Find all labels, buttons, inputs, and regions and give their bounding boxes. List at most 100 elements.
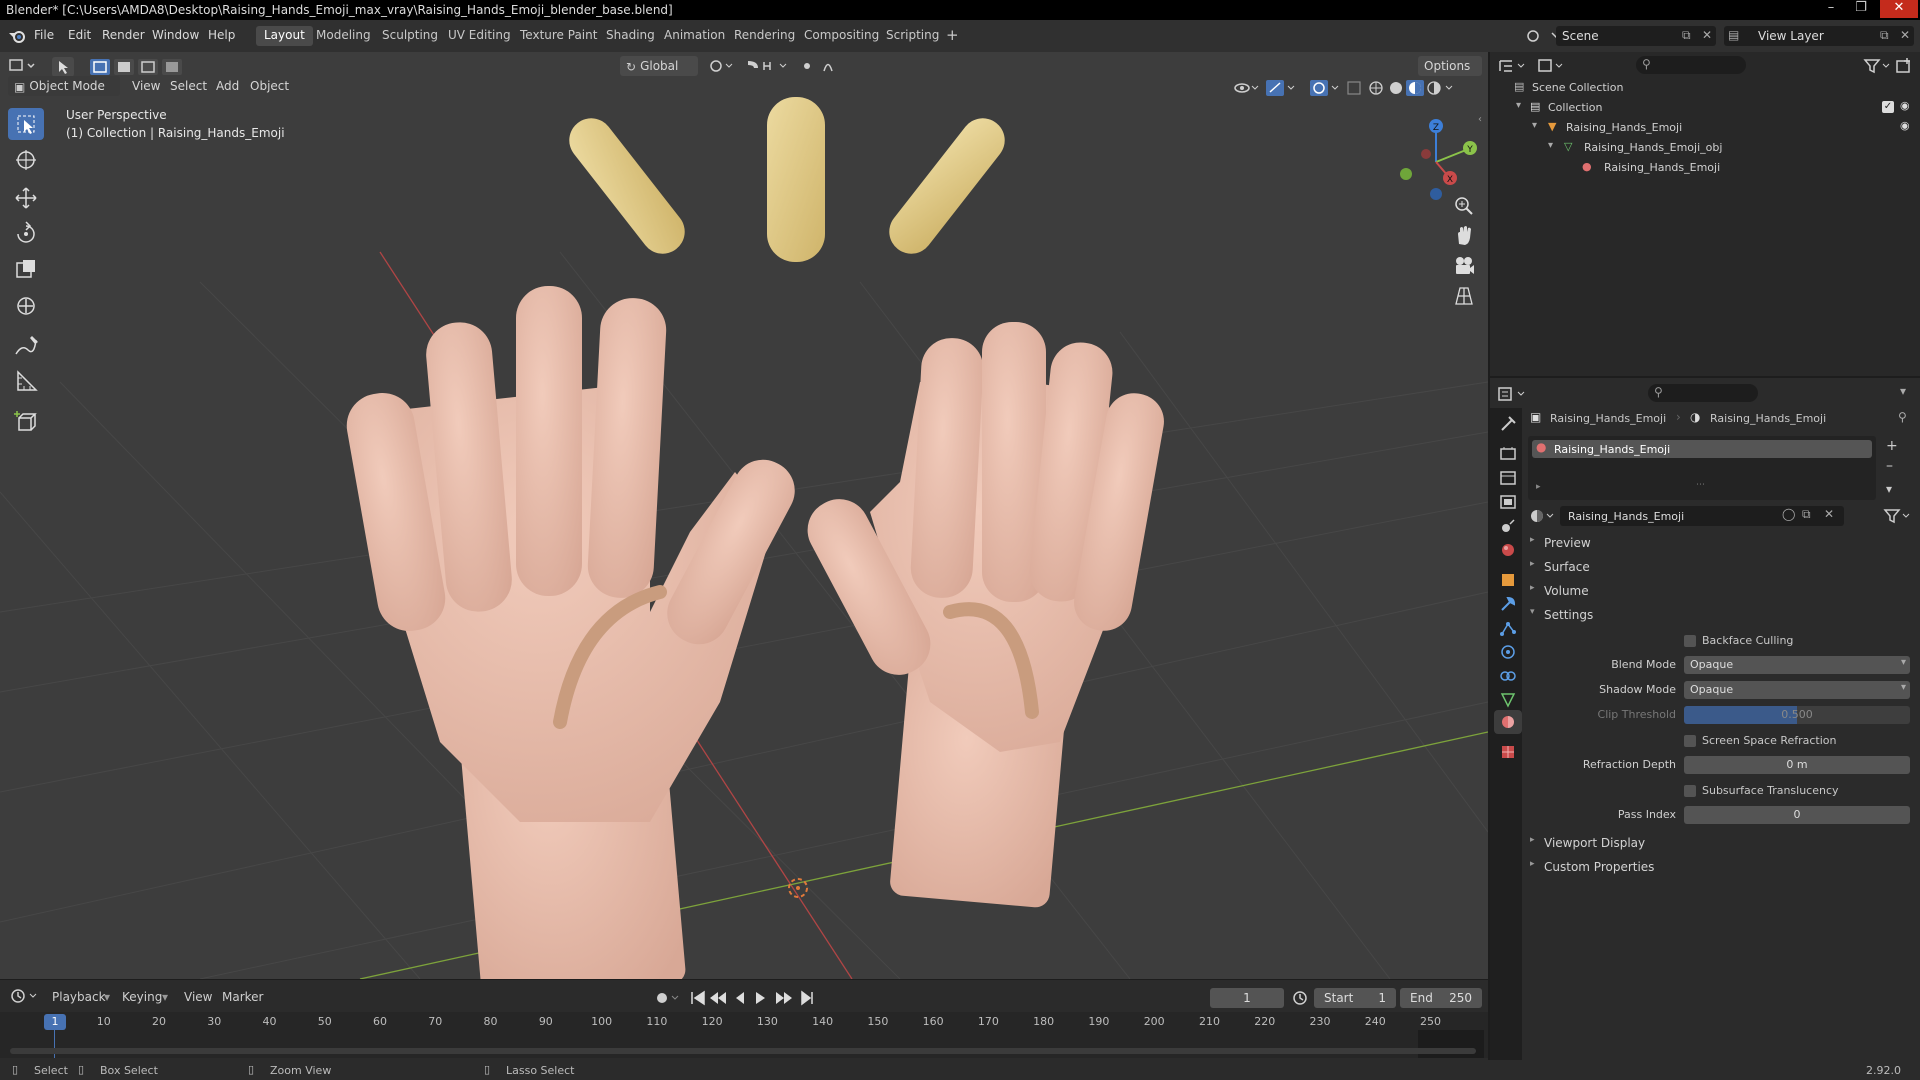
- timeline-menu-marker[interactable]: Marker: [222, 990, 263, 1004]
- playhead-marker[interactable]: 1: [44, 1014, 66, 1030]
- viewport-menu-object[interactable]: Object: [250, 79, 289, 93]
- outliner-row-object[interactable]: ▾ ▼ Raising_Hands_Emoji ◉: [1490, 118, 1920, 138]
- exclude-checkbox[interactable]: ✓: [1882, 101, 1894, 113]
- tool-transform[interactable]: [8, 290, 44, 322]
- remove-slot-button[interactable]: –: [1886, 458, 1893, 474]
- viewport-menu-select[interactable]: Select: [170, 79, 207, 93]
- shadow-mode-dropdown[interactable]: Opaque ▾: [1684, 681, 1910, 699]
- panel-volume[interactable]: ▸ Volume: [1528, 580, 1916, 602]
- expand-arrow-icon[interactable]: ▾: [1532, 120, 1537, 131]
- tab-rendering[interactable]: Rendering: [726, 26, 803, 46]
- timeline-editor-type-icon[interactable]: [8, 986, 40, 1008]
- browse-material-icon[interactable]: [1528, 506, 1558, 526]
- tab-uv-editing[interactable]: UV Editing: [440, 26, 519, 46]
- particles-tab-icon[interactable]: [1494, 616, 1522, 640]
- render-tab-icon[interactable]: [1494, 442, 1522, 466]
- output-tab-icon[interactable]: [1494, 466, 1522, 490]
- maximize-button[interactable]: ❐: [1848, 0, 1874, 18]
- transform-orientation-dropdown[interactable]: ↻ Global: [620, 56, 698, 76]
- timeline-editor[interactable]: Playback ▾ Keying ▾ View Marker 1 Start …: [0, 980, 1488, 1068]
- use-preview-range-icon[interactable]: [1290, 988, 1310, 1008]
- tab-scripting[interactable]: Scripting: [878, 26, 947, 46]
- selection-mode-group[interactable]: [88, 57, 184, 77]
- material-name-field[interactable]: Raising_Hands_Emoji ◯ ⧉ ✕: [1560, 506, 1844, 526]
- blender-logo-icon[interactable]: [8, 28, 26, 44]
- tool-cursor[interactable]: [8, 144, 44, 176]
- material-slots-list[interactable]: ● Raising_Hands_Emoji ▸ ⋯: [1528, 436, 1876, 500]
- backface-culling-checkbox[interactable]: Backface Culling: [1684, 632, 1904, 650]
- properties-search-input[interactable]: ⚲: [1648, 384, 1758, 402]
- outliner-editor-type-icon[interactable]: [1496, 56, 1530, 76]
- delete-view-layer-icon[interactable]: ✕: [1900, 28, 1910, 42]
- clip-threshold-slider[interactable]: 0.500: [1684, 706, 1910, 724]
- start-frame-field[interactable]: Start 1: [1314, 988, 1396, 1008]
- viewport-shading-group[interactable]: [1232, 78, 1482, 98]
- tab-compositing[interactable]: Compositing: [796, 26, 887, 46]
- tab-animation[interactable]: Animation: [656, 26, 733, 46]
- material-node-filter-icon[interactable]: [1882, 506, 1916, 526]
- new-view-layer-icon[interactable]: ⧉: [1880, 28, 1889, 43]
- material-tab-icon[interactable]: [1494, 710, 1522, 734]
- refraction-depth-field[interactable]: 0 m: [1684, 756, 1910, 774]
- material-slot-item[interactable]: ● Raising_Hands_Emoji: [1532, 440, 1872, 458]
- panel-settings[interactable]: ▾ Settings: [1528, 604, 1916, 626]
- tab-layout[interactable]: Layout: [256, 26, 313, 46]
- panel-custom-properties[interactable]: ▸ Custom Properties: [1528, 856, 1916, 878]
- properties-editor-type-icon[interactable]: [1496, 384, 1530, 404]
- subsurface-translucency-checkbox[interactable]: Subsurface Translucency: [1684, 782, 1910, 800]
- mode-dropdown[interactable]: ▣ Object Mode: [8, 76, 120, 96]
- duplicate-material-icon[interactable]: ⧉: [1802, 507, 1811, 522]
- timeline-menu-view[interactable]: View: [184, 990, 212, 1004]
- tab-modeling[interactable]: Modeling: [308, 26, 379, 46]
- current-frame-field[interactable]: 1: [1210, 988, 1284, 1008]
- visibility-eye-icon[interactable]: ◉: [1900, 99, 1910, 112]
- list-expand-icon[interactable]: ▸: [1536, 482, 1541, 492]
- outliner-editor[interactable]: ⚲ ▤ Scene Collection ▾ ▤ Collection ✓ ◉ …: [1490, 52, 1920, 376]
- unlink-material-icon[interactable]: ✕: [1824, 507, 1834, 521]
- add-workspace-button[interactable]: +: [938, 24, 967, 44]
- tool-tab-icon[interactable]: [1494, 412, 1522, 436]
- options-dropdown[interactable]: Options: [1418, 56, 1482, 76]
- scene-field[interactable]: Scene ⧉ ✕: [1556, 26, 1716, 46]
- add-slot-button[interactable]: +: [1886, 438, 1898, 454]
- menu-edit[interactable]: Edit: [68, 28, 91, 42]
- 3d-viewport[interactable]: ↻ Global Options ▣ Object Mode View Select…: [0, 52, 1488, 979]
- object-tab-icon[interactable]: [1494, 568, 1522, 592]
- expand-arrow-icon[interactable]: ▾: [1548, 140, 1553, 151]
- tool-rotate[interactable]: [8, 218, 44, 250]
- outliner-row-mesh[interactable]: ▾ ▽ Raising_Hands_Emoji_obj: [1490, 138, 1920, 158]
- playback-controls[interactable]: [652, 988, 822, 1008]
- viewport-menu-add[interactable]: Add: [216, 79, 239, 93]
- properties-options-chevron-icon[interactable]: ▾: [1900, 384, 1906, 398]
- tab-texture-paint[interactable]: Texture Paint: [512, 26, 605, 46]
- view-layer-field[interactable]: ▤ View Layer ⧉ ✕: [1724, 26, 1914, 46]
- physics-tab-icon[interactable]: [1494, 640, 1522, 664]
- display-mode-icon[interactable]: [1536, 56, 1566, 76]
- delete-scene-icon[interactable]: ✕: [1702, 28, 1712, 42]
- menu-file[interactable]: File: [34, 28, 54, 42]
- timeline-menu-playback[interactable]: Playback: [52, 990, 106, 1004]
- perspective-toggle-icon[interactable]: [1450, 282, 1478, 310]
- tool-select-box[interactable]: [8, 108, 44, 140]
- timeline-ruler[interactable]: 10 20 30 40 50 60 70 80 90 100 110 120 130 140 150 160 1…: [0, 1012, 1488, 1058]
- tool-measure[interactable]: [8, 366, 44, 398]
- select-tool-mode-icon[interactable]: [52, 57, 74, 77]
- tab-shading[interactable]: Shading: [598, 26, 663, 46]
- 3d-cursor-icon[interactable]: [788, 878, 808, 898]
- menu-window[interactable]: Window: [152, 28, 199, 42]
- texture-tab-icon[interactable]: [1494, 740, 1522, 764]
- constraints-tab-icon[interactable]: [1494, 664, 1522, 688]
- modifier-tab-icon[interactable]: [1494, 592, 1522, 616]
- properties-editor[interactable]: ⚲ ▾ ▣ Raising_Hands_Emoji › ◑ Raising_Ha…: [1490, 378, 1920, 1060]
- timeline-menu-keying[interactable]: Keying: [122, 990, 162, 1004]
- menu-help[interactable]: Help: [208, 28, 235, 42]
- camera-view-icon[interactable]: [1450, 252, 1478, 280]
- outliner-filter-icon[interactable]: [1862, 56, 1892, 76]
- expand-arrow-icon[interactable]: ▾: [1516, 100, 1521, 111]
- blend-mode-dropdown[interactable]: Opaque ▾: [1684, 656, 1910, 674]
- tab-sculpting[interactable]: Sculpting: [374, 26, 446, 46]
- pivot-snap-group[interactable]: [706, 56, 856, 76]
- fake-user-shield-icon[interactable]: ◯: [1782, 507, 1795, 521]
- zoom-view-icon[interactable]: [1450, 192, 1478, 220]
- new-scene-icon[interactable]: ⧉: [1682, 28, 1691, 43]
